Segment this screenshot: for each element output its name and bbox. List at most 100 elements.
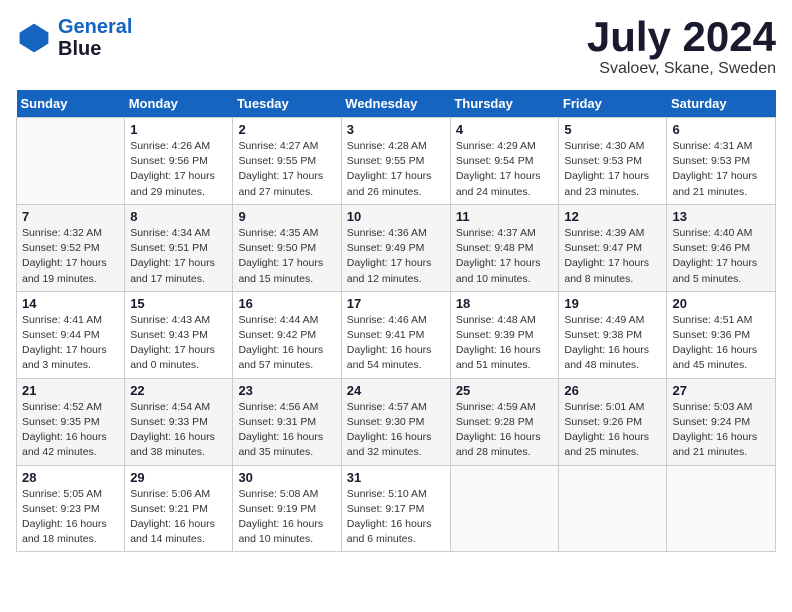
calendar-cell: 18 Sunrise: 4:48 AM Sunset: 9:39 PM Dayli…	[450, 291, 559, 378]
day-number: 29	[130, 470, 227, 485]
day-info: Sunrise: 4:41 AM Sunset: 9:44 PM Dayligh…	[22, 313, 119, 374]
day-info: Sunrise: 5:03 AM Sunset: 9:24 PM Dayligh…	[672, 400, 770, 461]
day-info: Sunrise: 4:34 AM Sunset: 9:51 PM Dayligh…	[130, 226, 227, 287]
day-number: 11	[456, 209, 554, 224]
day-number: 27	[672, 383, 770, 398]
calendar-cell: 25 Sunrise: 4:59 AM Sunset: 9:28 PM Dayli…	[450, 378, 559, 465]
day-info: Sunrise: 5:06 AM Sunset: 9:21 PM Dayligh…	[130, 487, 227, 548]
calendar-cell: 19 Sunrise: 4:49 AM Sunset: 9:38 PM Dayli…	[559, 291, 667, 378]
day-number: 2	[238, 122, 335, 137]
calendar-cell: 6Sunrise: 4:31 AM Sunset: 9:53 PM Daylig…	[667, 118, 776, 205]
calendar-cell: 9 Sunrise: 4:35 AM Sunset: 9:50 PM Daylig…	[233, 204, 341, 291]
calendar-week-row: 14 Sunrise: 4:41 AM Sunset: 9:44 PM Dayli…	[17, 291, 776, 378]
logo-line2: Blue	[58, 38, 132, 60]
day-info: Sunrise: 4:52 AM Sunset: 9:35 PM Dayligh…	[22, 400, 119, 461]
day-info: Sunrise: 4:56 AM Sunset: 9:31 PM Dayligh…	[238, 400, 335, 461]
calendar-cell	[450, 465, 559, 552]
weekday-header: Thursday	[450, 90, 559, 118]
logo-text: General Blue	[58, 16, 132, 60]
calendar-cell: 24 Sunrise: 4:57 AM Sunset: 9:30 PM Dayli…	[341, 378, 450, 465]
calendar-cell: 2 Sunrise: 4:27 AM Sunset: 9:55 PM Daylig…	[233, 118, 341, 205]
calendar-cell: 17Sunrise: 4:46 AM Sunset: 9:41 PM Dayli…	[341, 291, 450, 378]
calendar-cell: 3Sunrise: 4:28 AM Sunset: 9:55 PM Daylig…	[341, 118, 450, 205]
day-number: 26	[564, 383, 661, 398]
day-info: Sunrise: 4:39 AM Sunset: 9:47 PM Dayligh…	[564, 226, 661, 287]
day-number: 16	[238, 296, 335, 311]
day-number: 15	[130, 296, 227, 311]
calendar-week-row: 1Sunrise: 4:26 AM Sunset: 9:56 PM Daylig…	[17, 118, 776, 205]
logo-icon	[16, 20, 52, 56]
day-number: 7	[22, 209, 119, 224]
day-number: 23	[238, 383, 335, 398]
day-info: Sunrise: 5:05 AM Sunset: 9:23 PM Dayligh…	[22, 487, 119, 548]
calendar-cell: 30Sunrise: 5:08 AM Sunset: 9:19 PM Dayli…	[233, 465, 341, 552]
day-info: Sunrise: 4:57 AM Sunset: 9:30 PM Dayligh…	[347, 400, 445, 461]
calendar-cell: 14 Sunrise: 4:41 AM Sunset: 9:44 PM Dayli…	[17, 291, 125, 378]
day-number: 3	[347, 122, 445, 137]
day-info: Sunrise: 4:43 AM Sunset: 9:43 PM Dayligh…	[130, 313, 227, 374]
calendar-cell	[667, 465, 776, 552]
day-info: Sunrise: 4:30 AM Sunset: 9:53 PM Dayligh…	[564, 139, 661, 200]
page-header: General Blue July 2024 Svaloev, Skane, S…	[16, 16, 776, 78]
calendar-cell	[17, 118, 125, 205]
day-info: Sunrise: 5:01 AM Sunset: 9:26 PM Dayligh…	[564, 400, 661, 461]
day-info: Sunrise: 4:59 AM Sunset: 9:28 PM Dayligh…	[456, 400, 554, 461]
day-info: Sunrise: 4:49 AM Sunset: 9:38 PM Dayligh…	[564, 313, 661, 374]
calendar-cell: 27 Sunrise: 5:03 AM Sunset: 9:24 PM Dayli…	[667, 378, 776, 465]
day-number: 14	[22, 296, 119, 311]
logo-line1: General	[58, 16, 132, 38]
calendar-cell: 8 Sunrise: 4:34 AM Sunset: 9:51 PM Daylig…	[125, 204, 233, 291]
day-info: Sunrise: 4:36 AM Sunset: 9:49 PM Dayligh…	[347, 226, 445, 287]
calendar-cell: 29 Sunrise: 5:06 AM Sunset: 9:21 PM Dayli…	[125, 465, 233, 552]
day-info: Sunrise: 4:54 AM Sunset: 9:33 PM Dayligh…	[130, 400, 227, 461]
day-number: 30	[238, 470, 335, 485]
day-info: Sunrise: 4:31 AM Sunset: 9:53 PM Dayligh…	[672, 139, 770, 200]
calendar-table: SundayMondayTuesdayWednesdayThursdayFrid…	[16, 90, 776, 552]
calendar-week-row: 7Sunrise: 4:32 AM Sunset: 9:52 PM Daylig…	[17, 204, 776, 291]
calendar-cell: 31Sunrise: 5:10 AM Sunset: 9:17 PM Dayli…	[341, 465, 450, 552]
day-number: 8	[130, 209, 227, 224]
day-info: Sunrise: 4:44 AM Sunset: 9:42 PM Dayligh…	[238, 313, 335, 374]
day-number: 4	[456, 122, 554, 137]
weekday-header: Sunday	[17, 90, 125, 118]
calendar-cell: 13 Sunrise: 4:40 AM Sunset: 9:46 PM Dayli…	[667, 204, 776, 291]
day-info: Sunrise: 4:48 AM Sunset: 9:39 PM Dayligh…	[456, 313, 554, 374]
day-number: 12	[564, 209, 661, 224]
calendar-cell: 5 Sunrise: 4:30 AM Sunset: 9:53 PM Daylig…	[559, 118, 667, 205]
calendar-cell: 21 Sunrise: 4:52 AM Sunset: 9:35 PM Dayli…	[17, 378, 125, 465]
day-number: 25	[456, 383, 554, 398]
day-number: 24	[347, 383, 445, 398]
calendar-cell: 11 Sunrise: 4:37 AM Sunset: 9:48 PM Dayli…	[450, 204, 559, 291]
day-number: 28	[22, 470, 119, 485]
weekday-header: Friday	[559, 90, 667, 118]
weekday-header: Tuesday	[233, 90, 341, 118]
day-number: 9	[238, 209, 335, 224]
day-info: Sunrise: 4:35 AM Sunset: 9:50 PM Dayligh…	[238, 226, 335, 287]
day-number: 19	[564, 296, 661, 311]
day-info: Sunrise: 4:29 AM Sunset: 9:54 PM Dayligh…	[456, 139, 554, 200]
calendar-cell: 15 Sunrise: 4:43 AM Sunset: 9:43 PM Dayli…	[125, 291, 233, 378]
logo: General Blue	[16, 16, 132, 60]
weekday-header: Saturday	[667, 90, 776, 118]
calendar-week-row: 21 Sunrise: 4:52 AM Sunset: 9:35 PM Dayli…	[17, 378, 776, 465]
day-number: 13	[672, 209, 770, 224]
calendar-cell	[559, 465, 667, 552]
calendar-cell: 26 Sunrise: 5:01 AM Sunset: 9:26 PM Dayli…	[559, 378, 667, 465]
weekday-header: Monday	[125, 90, 233, 118]
day-number: 21	[22, 383, 119, 398]
month-title: July 2024	[587, 16, 776, 58]
day-number: 10	[347, 209, 445, 224]
day-info: Sunrise: 4:26 AM Sunset: 9:56 PM Dayligh…	[130, 139, 227, 200]
title-block: July 2024 Svaloev, Skane, Sweden	[587, 16, 776, 78]
calendar-cell: 10 Sunrise: 4:36 AM Sunset: 9:49 PM Dayli…	[341, 204, 450, 291]
day-number: 18	[456, 296, 554, 311]
day-number: 17	[347, 296, 445, 311]
day-number: 31	[347, 470, 445, 485]
day-info: Sunrise: 4:27 AM Sunset: 9:55 PM Dayligh…	[238, 139, 335, 200]
calendar-cell: 7Sunrise: 4:32 AM Sunset: 9:52 PM Daylig…	[17, 204, 125, 291]
day-number: 5	[564, 122, 661, 137]
calendar-cell: 28 Sunrise: 5:05 AM Sunset: 9:23 PM Dayli…	[17, 465, 125, 552]
day-info: Sunrise: 4:40 AM Sunset: 9:46 PM Dayligh…	[672, 226, 770, 287]
day-info: Sunrise: 4:51 AM Sunset: 9:36 PM Dayligh…	[672, 313, 770, 374]
day-info: Sunrise: 4:37 AM Sunset: 9:48 PM Dayligh…	[456, 226, 554, 287]
